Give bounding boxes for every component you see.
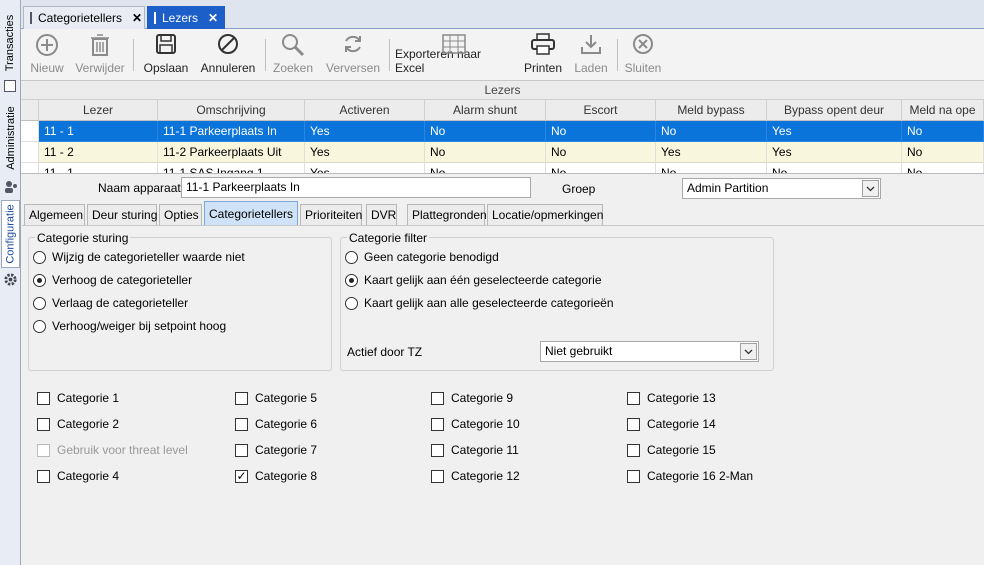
- tab-lezers[interactable]: Lezers ✕: [147, 6, 225, 29]
- close-icon[interactable]: ✕: [208, 11, 218, 25]
- tab-categorietellers[interactable]: Categorietellers ✕: [23, 6, 145, 29]
- category-control-title: Categorie sturing: [35, 231, 131, 245]
- tab-algemeen[interactable]: Algemeen: [24, 204, 85, 225]
- device-name-label: Naam apparaat: [98, 181, 181, 195]
- radio-alle-categorieen[interactable]: Kaart gelijk aan alle geselecteerde cate…: [345, 296, 614, 310]
- new-button[interactable]: Nieuw: [27, 29, 67, 81]
- checkbox-categorie-16[interactable]: Categorie 16 2-Man: [627, 469, 753, 483]
- checkbox-categorie-10[interactable]: Categorie 10: [431, 417, 520, 431]
- column-header[interactable]: Lezer: [39, 100, 158, 121]
- checkbox-categorie-1[interactable]: Categorie 1: [37, 391, 119, 405]
- group-select[interactable]: Admin Partition: [682, 178, 881, 199]
- checkbox-categorie-6[interactable]: Categorie 6: [235, 417, 317, 431]
- close-circle-icon: [633, 34, 653, 54]
- users-icon: [5, 181, 17, 193]
- tab-opties[interactable]: Opties: [159, 204, 202, 225]
- transacties-icon: [4, 80, 16, 92]
- tab-prioriteiten[interactable]: Prioriteiten: [300, 204, 362, 225]
- radio-geen-categorie[interactable]: Geen categorie benodigd: [345, 250, 499, 264]
- search-button[interactable]: Zoeken: [271, 29, 315, 81]
- download-icon: [581, 35, 601, 54]
- cancel-icon: [218, 34, 238, 54]
- load-button[interactable]: Laden: [571, 29, 611, 81]
- chevron-down-icon: [740, 343, 757, 360]
- checkbox-categorie-9[interactable]: Categorie 9: [431, 391, 513, 405]
- cancel-button[interactable]: Annuleren: [197, 29, 259, 81]
- check-icon: ✓: [235, 468, 248, 483]
- tab-plattegronden[interactable]: Plattegronden: [407, 204, 487, 225]
- tab-deur-sturing[interactable]: Deur sturing: [87, 204, 157, 225]
- tab-categorietellers[interactable]: Categorietellers: [204, 201, 298, 226]
- readers-grid: Lezers Lezer Omschrijving Activeren Alar…: [21, 81, 984, 174]
- device-name-field[interactable]: 11-1 Parkeerplaats In: [181, 177, 531, 198]
- group-label: Groep: [562, 182, 596, 196]
- column-header[interactable]: Escort: [546, 100, 656, 121]
- door-icon: [154, 12, 156, 24]
- trash-icon: [91, 34, 109, 56]
- row-indicator-header: [21, 100, 39, 121]
- toolbar: Nieuw Verwijder Opslaan Annuleren Zoeken…: [21, 29, 984, 81]
- search-icon: [282, 34, 305, 57]
- print-button[interactable]: Printen: [521, 29, 565, 81]
- refresh-button[interactable]: Verversen: [323, 29, 383, 81]
- checkbox-categorie-12[interactable]: Categorie 12: [431, 469, 520, 483]
- close-icon[interactable]: ✕: [132, 11, 142, 25]
- side-tab-administratie[interactable]: Administratie: [1, 98, 20, 178]
- grid-icon: [30, 12, 32, 24]
- save-button[interactable]: Opslaan: [141, 29, 191, 81]
- category-filter-title: Categorie filter: [347, 231, 430, 245]
- delete-button[interactable]: Verwijder: [73, 29, 127, 81]
- active-tz-label: Actief door TZ: [347, 345, 423, 359]
- printer-icon: [531, 33, 555, 55]
- export-excel-button[interactable]: Exporteren naar Excel: [395, 29, 513, 81]
- close-button[interactable]: Sluiten: [621, 29, 665, 81]
- tab-dvr[interactable]: DVR: [366, 204, 397, 225]
- checkbox-categorie-2[interactable]: Categorie 2: [37, 417, 119, 431]
- radio-een-categorie[interactable]: Kaart gelijk aan één geselecteerde categ…: [345, 273, 602, 287]
- column-header[interactable]: Meld bypass: [656, 100, 767, 121]
- checkbox-categorie-14[interactable]: Categorie 14: [627, 417, 716, 431]
- refresh-icon: [345, 35, 361, 53]
- column-header[interactable]: Bypass opent deur: [767, 100, 902, 121]
- column-header[interactable]: Alarm shunt: [425, 100, 546, 121]
- side-nav: Transacties Administratie Configuratie: [0, 0, 21, 565]
- checkbox-categorie-7[interactable]: Categorie 7: [235, 443, 317, 457]
- radio-verlaag[interactable]: Verlaag de categorieteller: [33, 296, 188, 310]
- save-icon: [156, 34, 176, 54]
- side-tab-configuratie[interactable]: Configuratie: [1, 200, 20, 268]
- radio-verhoog-weiger[interactable]: Verhoog/weiger bij setpoint hoog: [33, 319, 226, 333]
- checkbox-threat-level[interactable]: Gebruik voor threat level: [37, 443, 188, 457]
- tab-locatie-opmerkingen[interactable]: Locatie/opmerkingen: [487, 204, 603, 225]
- checkbox-categorie-13[interactable]: Categorie 13: [627, 391, 716, 405]
- spreadsheet-icon: [442, 34, 466, 54]
- active-tz-select[interactable]: Niet gebruikt: [540, 341, 759, 362]
- grid-group-header: Lezers: [21, 81, 984, 100]
- checkbox-categorie-4[interactable]: Categorie 4: [37, 469, 119, 483]
- checkbox-categorie-15[interactable]: Categorie 15: [627, 443, 716, 457]
- column-header[interactable]: Omschrijving: [158, 100, 305, 121]
- radio-wijzig-niet[interactable]: Wijzig de categorieteller waarde niet: [33, 250, 245, 264]
- side-tab-transacties[interactable]: Transacties: [1, 8, 20, 78]
- checkbox-categorie-5[interactable]: Categorie 5: [235, 391, 317, 405]
- gear-icon: [4, 273, 17, 286]
- radio-verhoog[interactable]: Verhoog de categorieteller: [33, 273, 192, 287]
- checkbox-categorie-8[interactable]: ✓ Categorie 8: [235, 469, 317, 483]
- column-header[interactable]: Activeren: [305, 100, 425, 121]
- checkbox-categorie-11[interactable]: Categorie 11: [431, 443, 519, 457]
- document-tabs: Categorietellers ✕ Lezers ✕: [21, 0, 984, 29]
- plus-icon: [36, 34, 58, 56]
- column-header[interactable]: Meld na ope: [902, 100, 984, 121]
- chevron-down-icon: [862, 180, 879, 197]
